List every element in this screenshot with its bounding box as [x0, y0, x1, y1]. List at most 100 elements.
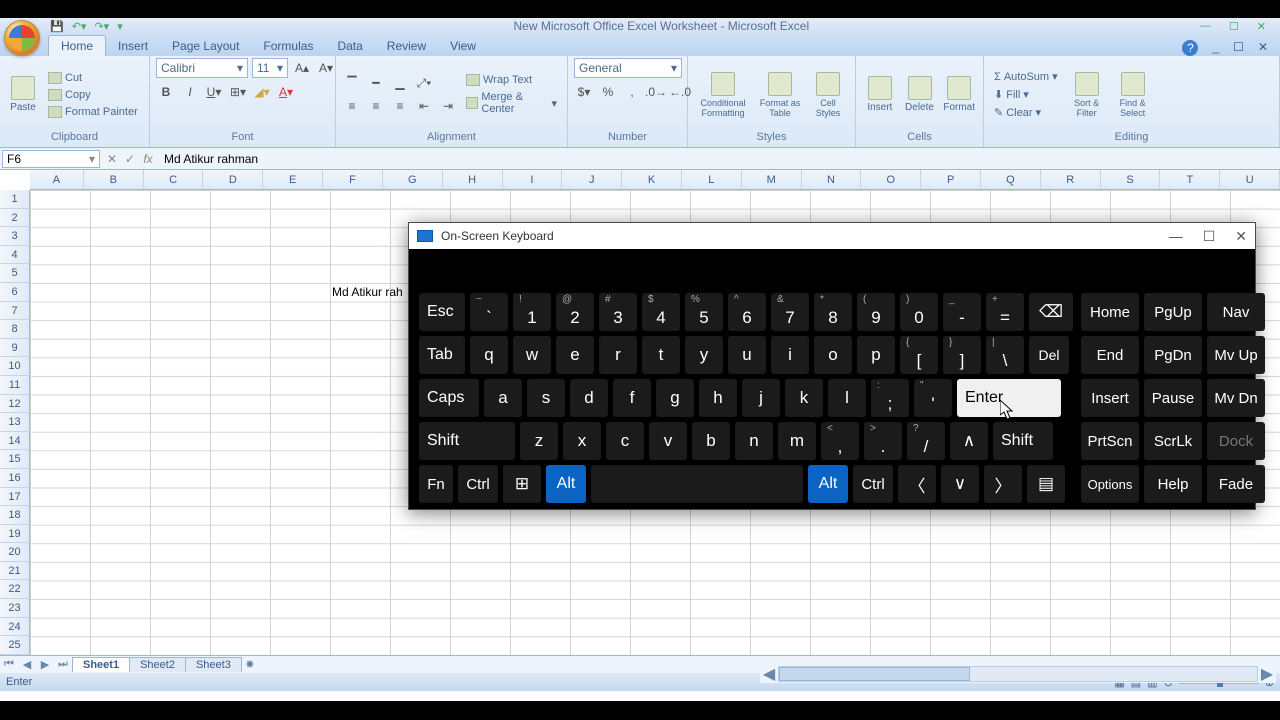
autosum-button[interactable]: Σ AutoSum▾	[990, 69, 1062, 84]
key-down[interactable]: ∨	[941, 465, 979, 503]
key-rbracket[interactable]: }]	[943, 336, 981, 374]
wrap-text-button[interactable]: Wrap Text	[462, 73, 561, 87]
merge-center-button[interactable]: Merge & Center▾	[462, 90, 561, 116]
minimize-icon[interactable]: —	[1200, 20, 1211, 33]
tab-insert[interactable]: Insert	[106, 36, 160, 56]
increase-decimal-button[interactable]: .0→	[646, 82, 666, 102]
key-e[interactable]: e	[556, 336, 594, 374]
key-a[interactable]: a	[484, 379, 522, 417]
quick-access-toolbar[interactable]: 💾 ↶▾ ↷▾ ▾	[44, 20, 123, 33]
col-header-G[interactable]: G	[383, 170, 443, 189]
key-grave[interactable]: ~`	[470, 293, 508, 331]
key-tab[interactable]: Tab	[419, 336, 465, 374]
row-header-17[interactable]: 17	[0, 488, 30, 507]
col-header-R[interactable]: R	[1041, 170, 1101, 189]
sheet-tab-2[interactable]: Sheet2	[129, 657, 186, 672]
find-select-button[interactable]: Find & Select	[1112, 65, 1154, 125]
key-mvdn[interactable]: Mv Dn	[1207, 379, 1265, 417]
key-semicolon[interactable]: :;	[871, 379, 909, 417]
key-p[interactable]: p	[857, 336, 895, 374]
key-comma[interactable]: <,	[821, 422, 859, 460]
row-header-4[interactable]: 4	[0, 246, 30, 265]
row-header-8[interactable]: 8	[0, 320, 30, 339]
fx-button[interactable]: fx	[140, 152, 156, 166]
key-z[interactable]: z	[520, 422, 558, 460]
key-x[interactable]: x	[563, 422, 601, 460]
undo-icon[interactable]: ↶▾	[72, 20, 87, 33]
col-header-L[interactable]: L	[682, 170, 742, 189]
grow-font-button[interactable]: A▴	[292, 58, 312, 78]
key-alt-right[interactable]: Alt	[808, 465, 848, 503]
decrease-decimal-button[interactable]: ←.0	[670, 82, 690, 102]
cell-styles-button[interactable]: Cell Styles	[808, 65, 848, 125]
format-as-table-button[interactable]: Format as Table	[756, 65, 804, 125]
key-dock[interactable]: Dock	[1207, 422, 1265, 460]
row-header-2[interactable]: 2	[0, 209, 30, 228]
key-backslash[interactable]: |\	[986, 336, 1024, 374]
on-screen-keyboard-window[interactable]: On-Screen Keyboard — ☐ ✕ Esc ~` !1 @2 #3…	[408, 222, 1256, 510]
key-2[interactable]: @2	[556, 293, 594, 331]
row-header-20[interactable]: 20	[0, 543, 30, 562]
key-7[interactable]: &7	[771, 293, 809, 331]
key-0[interactable]: )0	[900, 293, 938, 331]
row-header-16[interactable]: 16	[0, 469, 30, 488]
key-u[interactable]: u	[728, 336, 766, 374]
tab-page-layout[interactable]: Page Layout	[160, 36, 251, 56]
col-header-E[interactable]: E	[263, 170, 323, 189]
key-end[interactable]: End	[1081, 336, 1139, 374]
key-menu[interactable]: ▤	[1027, 465, 1065, 503]
key-c[interactable]: c	[606, 422, 644, 460]
osk-minimize-button[interactable]: —	[1169, 228, 1183, 245]
align-middle-button[interactable]: ━	[366, 73, 386, 93]
key-caps[interactable]: Caps	[419, 379, 479, 417]
key-options[interactable]: Options	[1081, 465, 1139, 503]
col-header-S[interactable]: S	[1101, 170, 1161, 189]
tab-formulas[interactable]: Formulas	[251, 36, 325, 56]
col-header-N[interactable]: N	[802, 170, 862, 189]
row-header-10[interactable]: 10	[0, 357, 30, 376]
name-box[interactable]: F6▾	[2, 150, 100, 168]
col-header-P[interactable]: P	[921, 170, 981, 189]
align-top-button[interactable]: ▔	[342, 73, 362, 93]
row-header-1[interactable]: 1	[0, 190, 30, 209]
number-format-combo[interactable]: General▾	[574, 58, 682, 78]
row-header-15[interactable]: 15	[0, 450, 30, 469]
key-ctrl-right[interactable]: Ctrl	[853, 465, 893, 503]
new-sheet-button[interactable]: ✸	[241, 658, 259, 671]
formula-input[interactable]: Md Atikur rahman	[160, 152, 1280, 166]
key-fn[interactable]: Fn	[419, 465, 453, 503]
col-header-K[interactable]: K	[622, 170, 682, 189]
key-q[interactable]: q	[470, 336, 508, 374]
key-s[interactable]: s	[527, 379, 565, 417]
sheet-nav-last[interactable]: ⏭	[54, 658, 72, 671]
col-header-F[interactable]: F	[323, 170, 383, 189]
col-header-A[interactable]: A	[30, 170, 84, 189]
key-win[interactable]: ⊞	[503, 465, 541, 503]
office-button[interactable]	[4, 20, 40, 56]
increase-indent-button[interactable]: ⇥	[438, 96, 458, 116]
row-header-25[interactable]: 25	[0, 636, 30, 655]
key-nav[interactable]: Nav	[1207, 293, 1265, 331]
key-l[interactable]: l	[828, 379, 866, 417]
key-alt-left[interactable]: Alt	[546, 465, 586, 503]
key-scrlk[interactable]: ScrLk	[1144, 422, 1202, 460]
key-up[interactable]: ∧	[950, 422, 988, 460]
restore-ribbon-icon[interactable]: ☐	[1233, 40, 1244, 56]
col-header-C[interactable]: C	[144, 170, 204, 189]
underline-button[interactable]: U▾	[204, 82, 224, 102]
align-center-button[interactable]: ≡	[366, 96, 386, 116]
key-n[interactable]: n	[735, 422, 773, 460]
key-r[interactable]: r	[599, 336, 637, 374]
close-icon[interactable]: ✕	[1257, 20, 1266, 33]
row-header-6[interactable]: 6	[0, 283, 30, 302]
key-i[interactable]: i	[771, 336, 809, 374]
key-b[interactable]: b	[692, 422, 730, 460]
key-backspace[interactable]: ⌫	[1029, 293, 1073, 331]
insert-cells-button[interactable]: Insert	[862, 65, 898, 125]
key-period[interactable]: >.	[864, 422, 902, 460]
sheet-tab-3[interactable]: Sheet3	[185, 657, 242, 672]
key-insert[interactable]: Insert	[1081, 379, 1139, 417]
minimize-ribbon-icon[interactable]: _	[1212, 40, 1219, 56]
percent-button[interactable]: %	[598, 82, 618, 102]
key-space[interactable]	[591, 465, 803, 503]
